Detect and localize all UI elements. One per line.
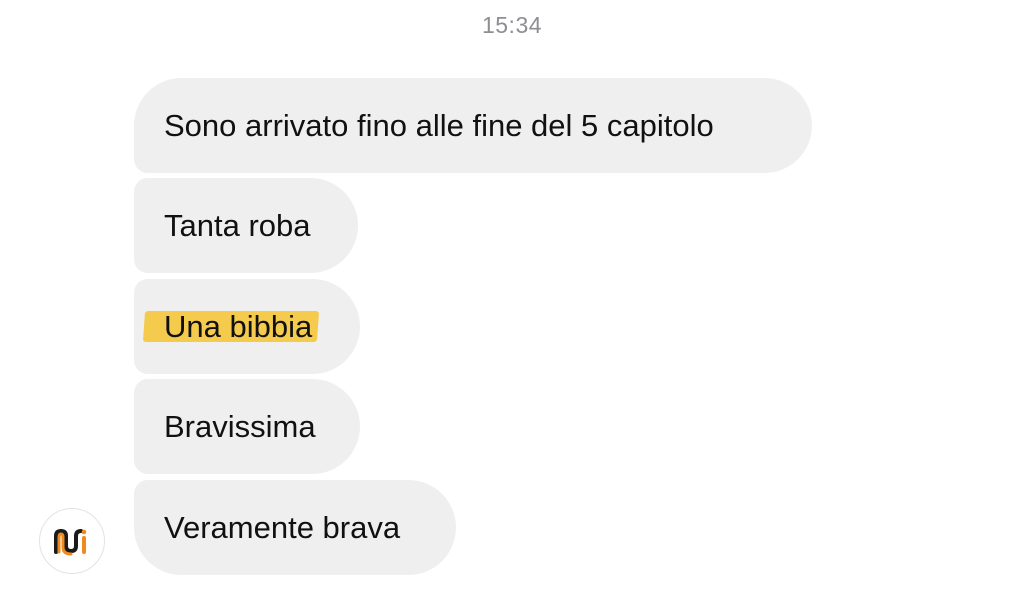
brand-logo-icon — [54, 528, 87, 556]
avatar[interactable] — [39, 508, 105, 574]
message-bubble[interactable]: Una bibbia — [134, 279, 360, 374]
message-text: Una bibbia — [164, 309, 313, 344]
message-timestamp: 15:34 — [481, 12, 543, 38]
message-text: Tanta roba — [164, 208, 311, 243]
message-bubble[interactable]: Tanta roba — [134, 178, 358, 273]
message-bubble[interactable]: Sono arrivato fino alle fine del 5 capit… — [134, 78, 812, 173]
message-text: Sono arrivato fino alle fine del 5 capit… — [164, 108, 714, 143]
highlighted-text: Una bibbia — [142, 279, 320, 374]
chat-thread: 15:34 Sono arrivato fino alle fine del 5… — [0, 0, 1024, 592]
message-bubble[interactable]: Bravissima — [134, 379, 360, 474]
message-bubble[interactable]: Veramente brava — [134, 480, 456, 575]
message-text: Veramente brava — [164, 510, 401, 545]
message-text: Bravissima — [164, 409, 316, 444]
